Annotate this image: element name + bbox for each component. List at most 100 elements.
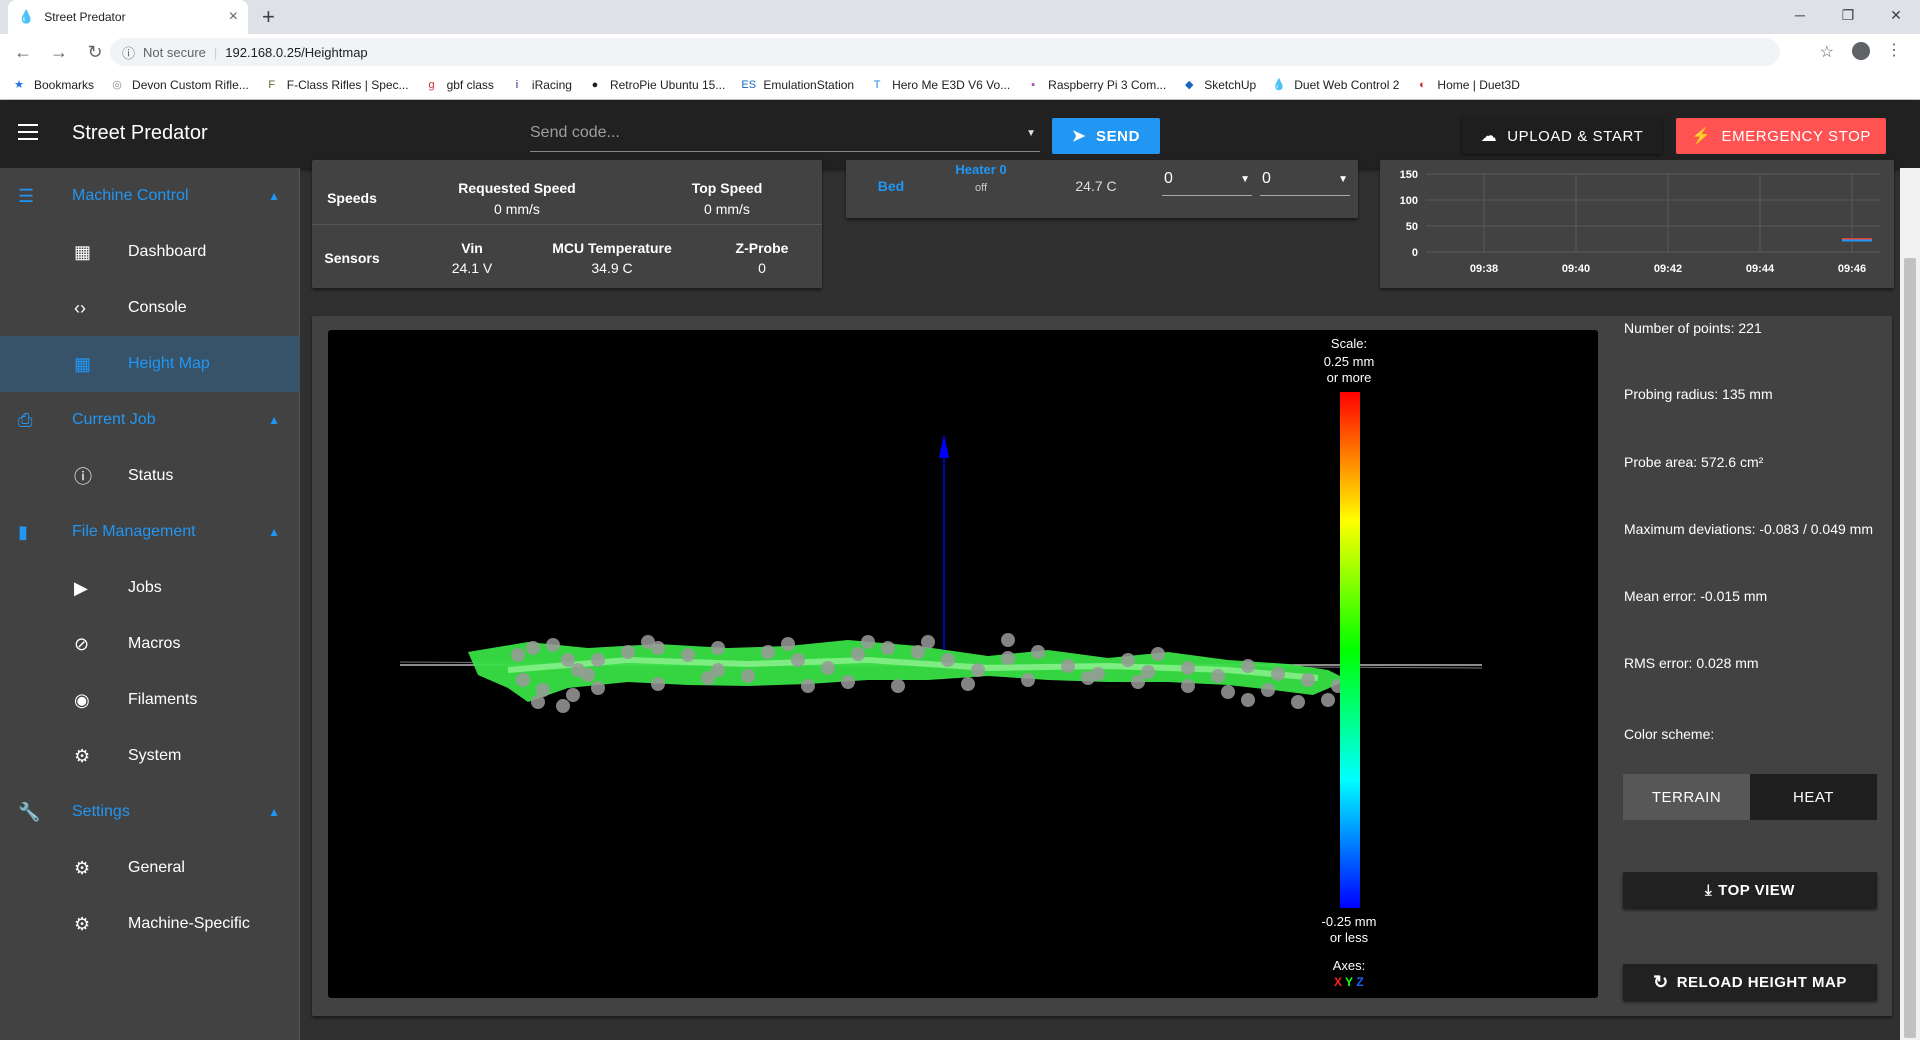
z-probe-label: Z-Probe [735,240,789,256]
chevron-down-icon: ▼ [1338,174,1348,185]
probe-point [911,645,925,659]
dropdown-caret-icon[interactable]: ▼ [1026,128,1036,139]
standby-temp-select[interactable]: 0 ▼ [1260,166,1350,196]
sidebar-item-dashboard[interactable]: ▦ Dashboard [0,224,300,280]
scrollbar-thumb[interactable] [1904,258,1916,1038]
y-tick-label: 150 [1400,169,1418,181]
sidebar-group-machine-control[interactable]: ☰ Machine Control ▲ [0,168,300,224]
temperature-chart: 150 100 50 0 09:38 09:40 09:42 09:44 09:46 [1400,169,1880,275]
reload-icon[interactable]: ↻ [82,42,108,63]
bookmark-item[interactable]: ▪ Raspberry Pi 3 Com... [1026,78,1166,92]
probe-point [526,641,540,655]
sidebar-item-height-map[interactable]: ▦ Height Map [0,336,300,392]
sidebar-item-label: Machine-Specific [128,915,250,932]
sidebar-item-label: General [128,859,185,876]
minimize-icon[interactable]: ─ [1776,0,1824,34]
probe-point [556,699,570,713]
not-secure-label: Not secure [143,44,206,60]
play-icon: ▶ [74,577,88,598]
terrain-toggle-button[interactable]: TERRAIN [1623,774,1750,820]
bookmark-star-icon[interactable]: ☆ [1820,42,1834,62]
probe-point [1031,645,1045,659]
status-card: Speeds Requested Speed 0 mm/s Top Speed … [312,160,822,288]
top-view-button[interactable]: ⤓ TOP VIEW [1623,872,1877,908]
bookmark-label: Raspberry Pi 3 Com... [1048,77,1167,92]
bookmark-item[interactable]: ◆ SketchUp [1182,78,1256,92]
bookmark-item[interactable]: ES EmulationStation [741,78,854,92]
sidebar-item-jobs[interactable]: ▶ Jobs [0,560,300,616]
x-tick-label: 09:44 [1746,263,1775,275]
height-map-viewport[interactable]: Scale: 0.25 mm or more -0.25 mm or less … [328,330,1598,998]
bookmark-item[interactable]: ★ Bookmarks [12,78,94,92]
forward-icon[interactable]: → [46,42,72,63]
account-avatar[interactable] [1852,42,1870,60]
probe-point [591,681,605,695]
max-deviation-stat: Maximum deviations: -0.083 / 0.049 mm [1624,521,1873,537]
bookmark-item[interactable]: ● RetroPie Ubuntu 15... [588,78,726,92]
download-icon: ⤓ [1705,881,1713,899]
probe-point [1271,667,1285,681]
refresh-icon: ↻ [1653,971,1669,992]
bookmark-item[interactable]: T Hero Me E3D V6 Vo... [870,78,1010,92]
send-button[interactable]: ➤ SEND [1052,118,1160,154]
active-temp-select[interactable]: 0 ▼ [1162,166,1252,196]
sidebar-item-filaments[interactable]: ◉ Filaments [0,672,300,728]
sidebar-group-file-management[interactable]: ▮ File Management ▲ [0,504,300,560]
probe-point [1241,693,1255,707]
sidebar-item-machine-specific[interactable]: ⚙ Machine-Specific [0,896,300,952]
bookmark-item[interactable]: F F-Class Rifles | Spec... [265,77,409,92]
address-input[interactable]: ⓘ Not secure | 192.168.0.25/Heightmap [110,38,1780,66]
browser-tab[interactable]: 💧 Street Predator × [8,0,248,34]
bookmark-item[interactable]: ◐ Home | Duet3D [1415,78,1520,92]
mcu-temp-label: MCU Temperature [552,240,672,256]
probe-point [891,679,905,693]
send-code-input[interactable]: Send code... ▼ [530,120,1040,152]
maximize-icon[interactable]: ❐ [1824,0,1872,34]
sidebar-item-macros[interactable]: ⊘ Macros [0,616,300,672]
scale-max: 0.25 mm [1324,354,1375,369]
bookmark-label: F-Class Rifles | Spec... [286,77,409,92]
probe-point [881,641,895,655]
page-scrollbar[interactable] [1900,168,1920,1040]
info-icon[interactable]: ⓘ [122,43,135,62]
sidebar-item-system[interactable]: ⚙ System [0,728,300,784]
bookmark-item[interactable]: i iRacing [510,78,572,92]
standby-temp-value: 0 [1262,170,1271,187]
bookmark-item[interactable]: 💧 Duet Web Control 2 [1272,78,1399,92]
heater-link[interactable]: Heater 0 [936,162,1026,177]
menu-kebab-icon[interactable]: ⋮ [1886,40,1902,60]
sidebar-group-settings[interactable]: 🔧 Settings ▲ [0,784,300,840]
close-window-icon[interactable]: ✕ [1872,0,1920,34]
sidebar-item-general[interactable]: ⚙ General [0,840,300,896]
scale-max-sub: or more [1327,370,1372,385]
chevron-up-icon: ▲ [268,805,280,819]
probe-point [621,645,635,659]
duet-icon: 💧 [1272,78,1287,91]
code-icon: ‹› [74,297,86,318]
heat-toggle-button[interactable]: HEAT [1750,774,1877,820]
flash-icon: ⚡ [1690,128,1712,145]
new-tab-icon[interactable]: + [262,4,275,30]
sidebar-item-console[interactable]: ‹› Console [0,280,300,336]
sidebar-item-status[interactable]: ⓘ Status [0,448,300,504]
reload-height-map-button[interactable]: ↻ RELOAD HEIGHT MAP [1623,964,1877,1000]
chevron-down-icon: ▼ [1240,174,1250,185]
bookmark-item[interactable]: g gbf class [425,78,494,92]
probe-point [801,679,815,693]
speeds-label: Speeds [327,190,377,206]
window-controls: ─ ❐ ✕ [1776,0,1920,34]
bookmark-item[interactable]: ◎ Devon Custom Rifle... [110,78,249,92]
close-tab-icon[interactable]: × [229,8,238,26]
printer-icon: ⎙ [18,409,33,430]
navigation-drawer: ☰ Machine Control ▲ ▦ Dashboard ‹› Console ▦ Hei… [0,168,300,1040]
upload-start-button[interactable]: ☁ UPLOAD & START [1462,118,1662,154]
back-icon[interactable]: ← [10,42,36,63]
probe-point [561,653,575,667]
sidebar-item-label: System [128,747,182,764]
sidebar-group-current-job[interactable]: ⎙ Current Job ▲ [0,392,300,448]
bookmark-label: iRacing [531,77,572,92]
emergency-stop-button[interactable]: ⚡ EMERGENCY STOP [1676,118,1886,154]
bed-link[interactable]: Bed [866,178,916,194]
menu-hamburger-icon[interactable] [18,124,38,140]
z-axis-arrow-icon [939,434,949,458]
